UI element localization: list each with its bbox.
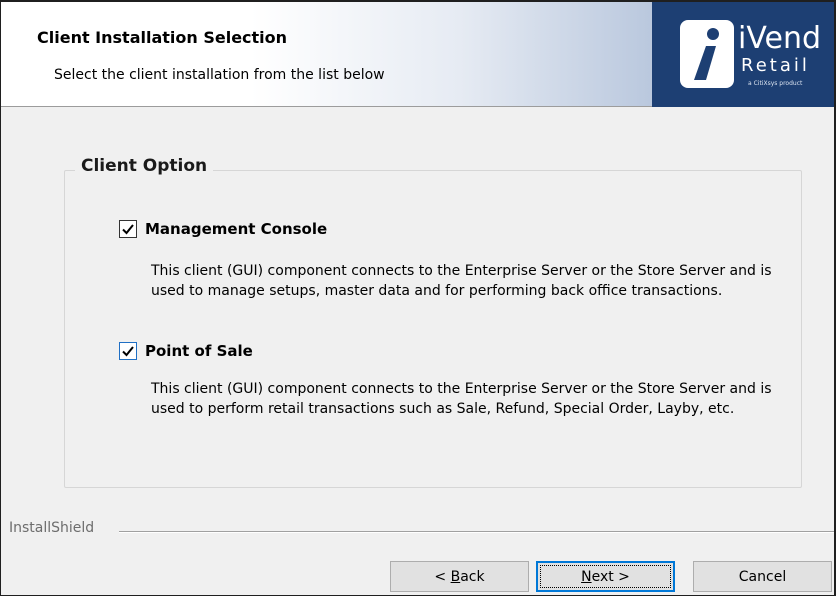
management-console-label[interactable]: Management Console: [145, 220, 327, 238]
installshield-divider: [119, 531, 834, 533]
focus-rectangle: [540, 565, 671, 588]
cancel-button-label: Cancel: [738, 568, 787, 585]
ivend-i-icon: [680, 20, 734, 88]
checkmark-icon: [122, 224, 134, 235]
ivend-retail-logo: iVend Retail a CitiXsys product: [652, 2, 834, 107]
point-of-sale-option[interactable]: Point of Sale: [119, 342, 253, 360]
point-of-sale-description: This client (GUI) component connects to …: [151, 381, 772, 417]
cancel-button[interactable]: Cancel: [693, 561, 832, 592]
point-of-sale-label[interactable]: Point of Sale: [145, 342, 253, 360]
management-console-description: This client (GUI) component connects to …: [151, 263, 772, 299]
logo-product-text: Retail: [741, 55, 810, 76]
logo-tagline: a CitiXsys product: [748, 80, 803, 87]
back-button-accel: B: [450, 568, 461, 585]
page-title: Client Installation Selection: [37, 28, 288, 47]
management-console-option[interactable]: Management Console: [119, 220, 327, 238]
point-of-sale-checkbox[interactable]: [119, 342, 137, 360]
client-option-groupbox: [64, 170, 802, 488]
next-button[interactable]: Next >: [536, 561, 675, 592]
checkmark-icon: [122, 346, 134, 357]
installshield-brand: InstallShield: [9, 520, 101, 536]
logo-brand-text: iVend: [738, 21, 822, 56]
back-button[interactable]: < Back: [390, 561, 529, 592]
installer-window: Client Installation Selection Select the…: [0, 0, 836, 596]
back-button-rest: ack: [460, 568, 485, 585]
client-option-group-title: Client Option: [75, 156, 214, 176]
back-button-prefix: <: [434, 568, 451, 585]
header-banner: Client Installation Selection Select the…: [1, 2, 834, 107]
page-subtitle: Select the client installation from the …: [54, 67, 385, 83]
management-console-checkbox[interactable]: [119, 220, 137, 238]
